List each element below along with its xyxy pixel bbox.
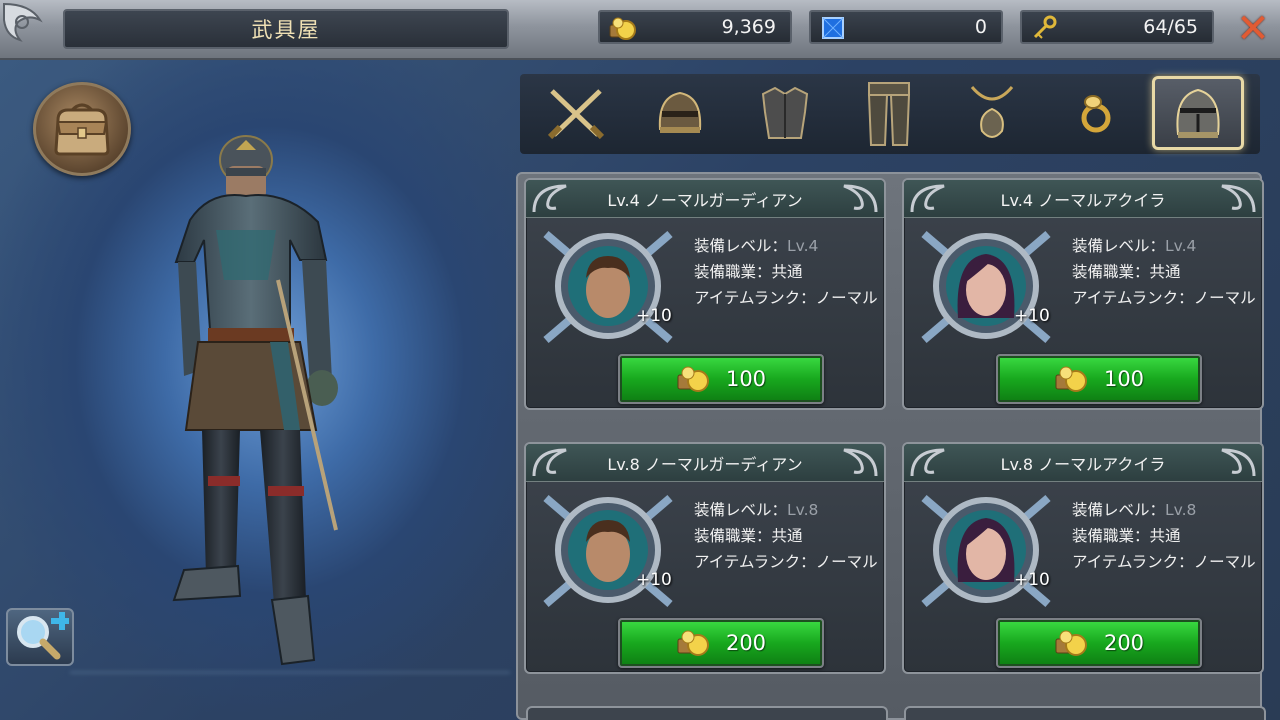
equip-level: 装備レベル：Lv.8	[694, 501, 819, 519]
inventory-bag-icon	[54, 103, 110, 156]
gold-amount: 9,369	[721, 16, 776, 38]
price: 200	[725, 631, 767, 655]
ornament-icon	[843, 184, 878, 213]
ornament-icon	[532, 184, 567, 213]
equip-level: 装備レベル：Lv.8	[1072, 501, 1197, 519]
tab-weapon[interactable]	[530, 76, 622, 150]
tab-armor[interactable]	[739, 76, 831, 150]
item-card[interactable]: Lv.4 ノーマルガーディアン +10 装備レベル：Lv.4 装備職業：共通 ア…	[524, 178, 886, 410]
ornament-icon	[910, 184, 945, 213]
item-rank: アイテムランク：ノーマル	[1072, 289, 1256, 307]
crossed-swords-icon	[547, 89, 605, 140]
gold-coins-icon	[677, 630, 709, 656]
zoom-in-icon	[17, 612, 69, 660]
close-icon: ✕	[1236, 6, 1270, 52]
ornament-icon	[532, 448, 567, 477]
gold-coins-icon	[609, 17, 636, 40]
enhance-level: +10	[636, 570, 672, 590]
item-card[interactable]: Lv.4 ノーマルアクイラ +10 装備レベル：Lv.4 装備職業：共通 アイテ…	[902, 178, 1264, 410]
item-rank: アイテムランク：ノーマル	[1072, 553, 1256, 571]
buy-button[interactable]: 100	[618, 354, 824, 404]
male-portrait-icon	[543, 494, 673, 608]
gem-amount: 0	[974, 16, 987, 38]
ring-icon	[1081, 95, 1111, 133]
price: 200	[1103, 631, 1145, 655]
item-name: Lv.4 ノーマルガーディアン	[526, 180, 884, 218]
gem-counter: 0	[809, 10, 1003, 44]
knight-helm-icon	[1176, 88, 1220, 138]
key-amount: 64/65	[1143, 16, 1198, 38]
tab-helmet[interactable]	[634, 76, 726, 150]
item-name: Lv.8 ノーマルアクイラ	[904, 444, 1262, 482]
item-card-partial[interactable]	[904, 706, 1266, 720]
item-name: Lv.8 ノーマルガーディアン	[526, 444, 884, 482]
gold-coins-icon	[677, 366, 709, 392]
price: 100	[725, 367, 767, 391]
zoom-in-button[interactable]	[6, 608, 74, 666]
equip-level: 装備レベル：Lv.4	[694, 237, 819, 255]
gold-coins-icon	[1055, 630, 1087, 656]
gold-counter: 9,369	[598, 10, 792, 44]
male-portrait-icon	[543, 230, 673, 344]
page-title: 武具屋	[63, 9, 509, 49]
key-icon	[1033, 15, 1057, 39]
female-portrait-icon	[921, 494, 1051, 608]
enhance-level: +10	[1014, 570, 1050, 590]
corner-ornament-icon	[3, 2, 43, 42]
ornament-icon	[1221, 448, 1256, 477]
buy-button[interactable]: 200	[996, 618, 1202, 668]
tab-ring[interactable]	[1050, 76, 1142, 150]
equip-level: 装備レベル：Lv.4	[1072, 237, 1197, 255]
tab-leggings[interactable]	[843, 76, 935, 150]
buy-button[interactable]: 200	[618, 618, 824, 668]
tab-necklace[interactable]	[946, 76, 1038, 150]
female-portrait-icon	[921, 230, 1051, 344]
helmet-icon	[658, 91, 702, 133]
ornament-icon	[843, 448, 878, 477]
item-rank: アイテムランク：ノーマル	[694, 553, 878, 571]
item-rank: アイテムランク：ノーマル	[694, 289, 878, 307]
tab-costume[interactable]	[1152, 76, 1244, 150]
enhance-level: +10	[1014, 306, 1050, 326]
equip-class: 装備職業：共通	[1072, 527, 1181, 545]
blue-gem-icon	[822, 17, 844, 39]
leg-armor-icon	[867, 82, 911, 146]
gold-coins-icon	[1055, 366, 1087, 392]
equip-class: 装備職業：共通	[694, 527, 803, 545]
equip-class: 装備職業：共通	[1072, 263, 1181, 281]
equip-class: 装備職業：共通	[694, 263, 803, 281]
price: 100	[1103, 367, 1145, 391]
item-card[interactable]: Lv.8 ノーマルアクイラ +10 装備レベル：Lv.8 装備職業：共通 アイテ…	[902, 442, 1264, 674]
character-preview	[172, 135, 338, 666]
item-name: Lv.4 ノーマルアクイラ	[904, 180, 1262, 218]
buy-button[interactable]: 100	[996, 354, 1202, 404]
character-name-bar	[70, 672, 510, 708]
key-counter: 64/65	[1020, 10, 1214, 44]
enhance-level: +10	[636, 306, 672, 326]
item-card[interactable]: Lv.8 ノーマルガーディアン +10 装備レベル：Lv.8 装備職業：共通 ア…	[524, 442, 886, 674]
close-button[interactable]: ✕	[1232, 6, 1274, 52]
item-card-partial[interactable]	[526, 706, 888, 720]
chest-armor-icon	[761, 86, 809, 139]
ornament-icon	[1221, 184, 1256, 213]
top-bar: 武具屋 9,369 0 64/65 ✕	[0, 0, 1280, 60]
ornament-icon	[910, 448, 945, 477]
necklace-icon	[970, 86, 1014, 138]
inventory-bag-button[interactable]	[33, 82, 131, 176]
